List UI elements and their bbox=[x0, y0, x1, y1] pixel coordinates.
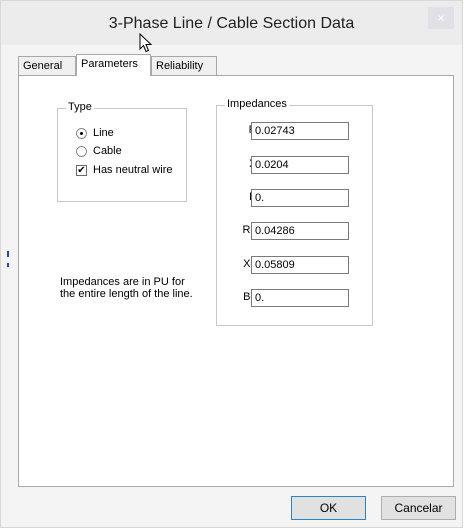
ok-button[interactable]: OK bbox=[291, 496, 366, 520]
ro-input[interactable] bbox=[251, 222, 349, 240]
impedances-group-title: Impedances bbox=[225, 98, 289, 110]
impedance-note: Impedances are in PU for the entire leng… bbox=[60, 276, 193, 300]
section-data-dialog: 3-Phase Line / Cable Section Data × Gene… bbox=[0, 0, 463, 528]
field-b: B = bbox=[19, 189, 453, 207]
field-xo: Xo = bbox=[19, 256, 453, 274]
tab-parameters[interactable]: Parameters bbox=[76, 54, 151, 76]
bo-input[interactable] bbox=[251, 289, 349, 307]
close-button[interactable]: × bbox=[428, 7, 454, 29]
cancel-button[interactable]: Cancelar bbox=[381, 496, 456, 520]
tab-reliability[interactable]: Reliability bbox=[151, 56, 217, 75]
xo-input[interactable] bbox=[251, 256, 349, 274]
field-x: X = bbox=[19, 156, 453, 174]
tab-general[interactable]: General bbox=[18, 56, 76, 75]
field-ro: Ro = bbox=[19, 222, 453, 240]
radio-unselected-icon bbox=[76, 145, 87, 157]
x-input[interactable] bbox=[251, 156, 349, 174]
edge-marker bbox=[7, 251, 9, 257]
mouse-pointer-icon bbox=[139, 33, 153, 53]
edge-marker bbox=[7, 263, 9, 267]
close-icon: × bbox=[437, 11, 445, 25]
r-input[interactable] bbox=[251, 122, 349, 140]
title-bar[interactable]: 3-Phase Line / Cable Section Data × bbox=[1, 1, 462, 53]
parameters-panel: Type Line Cable ✔ Has neutral wire Imped… bbox=[18, 75, 454, 487]
type-group-title: Type bbox=[66, 101, 94, 113]
b-input[interactable] bbox=[251, 189, 349, 207]
field-r: R = bbox=[19, 122, 453, 140]
window-title: 3-Phase Line / Cable Section Data bbox=[108, 15, 355, 32]
